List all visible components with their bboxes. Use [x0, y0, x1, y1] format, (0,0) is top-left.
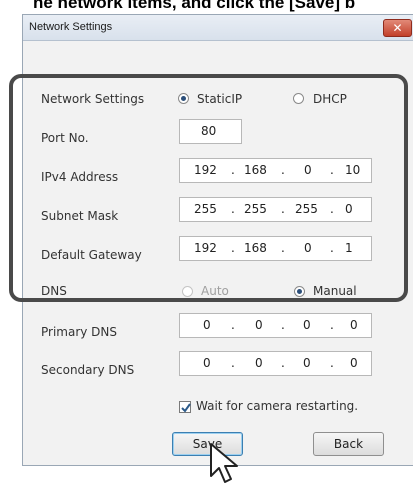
ip-octet: 0 — [255, 356, 263, 370]
radio-dhcp-label[interactable]: DHCP — [313, 92, 347, 106]
radio-staticip-label[interactable]: StaticIP — [197, 92, 242, 106]
highlight-box — [9, 74, 408, 302]
ip-octet: 1 — [345, 241, 353, 255]
ip-octet: 255 — [244, 202, 267, 216]
ip-separator: . — [231, 241, 235, 255]
dns-label: DNS — [41, 284, 67, 298]
instruction-caption: ne network items, and click the [Save] b — [0, 0, 413, 14]
instruction-caption-text: ne network items, and click the [Save] b — [33, 0, 356, 12]
gateway-input[interactable]: 192 . 168 . 0 . 1 — [179, 236, 372, 261]
ipv4-label: IPv4 Address — [41, 170, 119, 184]
gateway-label: Default Gateway — [41, 248, 142, 262]
ip-octet: 192 — [194, 241, 217, 255]
ip-octet: 255 — [194, 202, 217, 216]
subnet-input[interactable]: 255 . 255 . 255 . 0 — [179, 197, 372, 222]
ip-separator: . — [330, 241, 334, 255]
ipv4-input[interactable]: 192 . 168 . 0 . 10 — [179, 158, 372, 183]
ip-octet: 0 — [255, 318, 263, 332]
port-value: 80 — [201, 124, 217, 138]
radio-dns-auto — [182, 286, 193, 297]
radio-dns-manual[interactable] — [294, 286, 305, 297]
ip-separator: . — [281, 318, 285, 332]
ip-octet: 255 — [295, 202, 318, 216]
radio-dhcp[interactable] — [293, 93, 304, 104]
subnet-label: Subnet Mask — [41, 209, 119, 223]
ip-octet: 0 — [304, 163, 312, 177]
ip-separator: . — [231, 356, 235, 370]
title-bar: Network Settings ✕ — [23, 15, 413, 41]
ip-octet: 0 — [345, 202, 353, 216]
mouse-pointer-icon — [210, 443, 238, 483]
ip-octet: 168 — [244, 241, 267, 255]
ip-separator: . — [330, 356, 334, 370]
radio-staticip[interactable] — [178, 93, 189, 104]
ip-octet: 0 — [350, 356, 358, 370]
ip-octet: 0 — [350, 318, 358, 332]
window-title: Network Settings — [29, 21, 113, 33]
primary-dns-input[interactable]: 0 . 0 . 0 . 0 — [179, 313, 372, 338]
ip-separator: . — [231, 202, 235, 216]
wait-restart-checkbox[interactable] — [179, 401, 191, 413]
radio-dns-auto-label: Auto — [201, 284, 229, 298]
network-settings-label: Network Settings — [41, 92, 145, 106]
wait-restart-label[interactable]: Wait for camera restarting. — [196, 399, 358, 413]
ip-separator: . — [231, 163, 235, 177]
ip-octet: 192 — [194, 163, 217, 177]
ip-separator: . — [281, 356, 285, 370]
ip-separator: . — [281, 163, 285, 177]
ip-separator: . — [330, 318, 334, 332]
checkmark-icon — [181, 403, 191, 413]
ip-separator: . — [281, 202, 285, 216]
ip-octet: 10 — [345, 163, 361, 177]
ip-octet: 0 — [303, 318, 311, 332]
port-label: Port No. — [41, 131, 89, 145]
ip-octet: 168 — [244, 163, 267, 177]
close-icon: ✕ — [392, 21, 403, 35]
ip-octet: 0 — [303, 356, 311, 370]
ip-octet: 0 — [203, 318, 211, 332]
ip-separator: . — [231, 318, 235, 332]
back-button[interactable]: Back — [313, 432, 384, 456]
secondary-dns-input[interactable]: 0 . 0 . 0 . 0 — [179, 351, 372, 376]
ip-separator: . — [330, 163, 334, 177]
primary-dns-label: Primary DNS — [41, 325, 118, 339]
secondary-dns-label: Secondary DNS — [41, 363, 135, 377]
port-input[interactable]: 80 — [179, 119, 242, 144]
close-button[interactable]: ✕ — [383, 19, 412, 37]
ip-octet: 0 — [304, 241, 312, 255]
ip-octet: 0 — [203, 356, 211, 370]
radio-dns-manual-label[interactable]: Manual — [313, 284, 357, 298]
ip-separator: . — [281, 241, 285, 255]
ip-separator: . — [330, 202, 334, 216]
